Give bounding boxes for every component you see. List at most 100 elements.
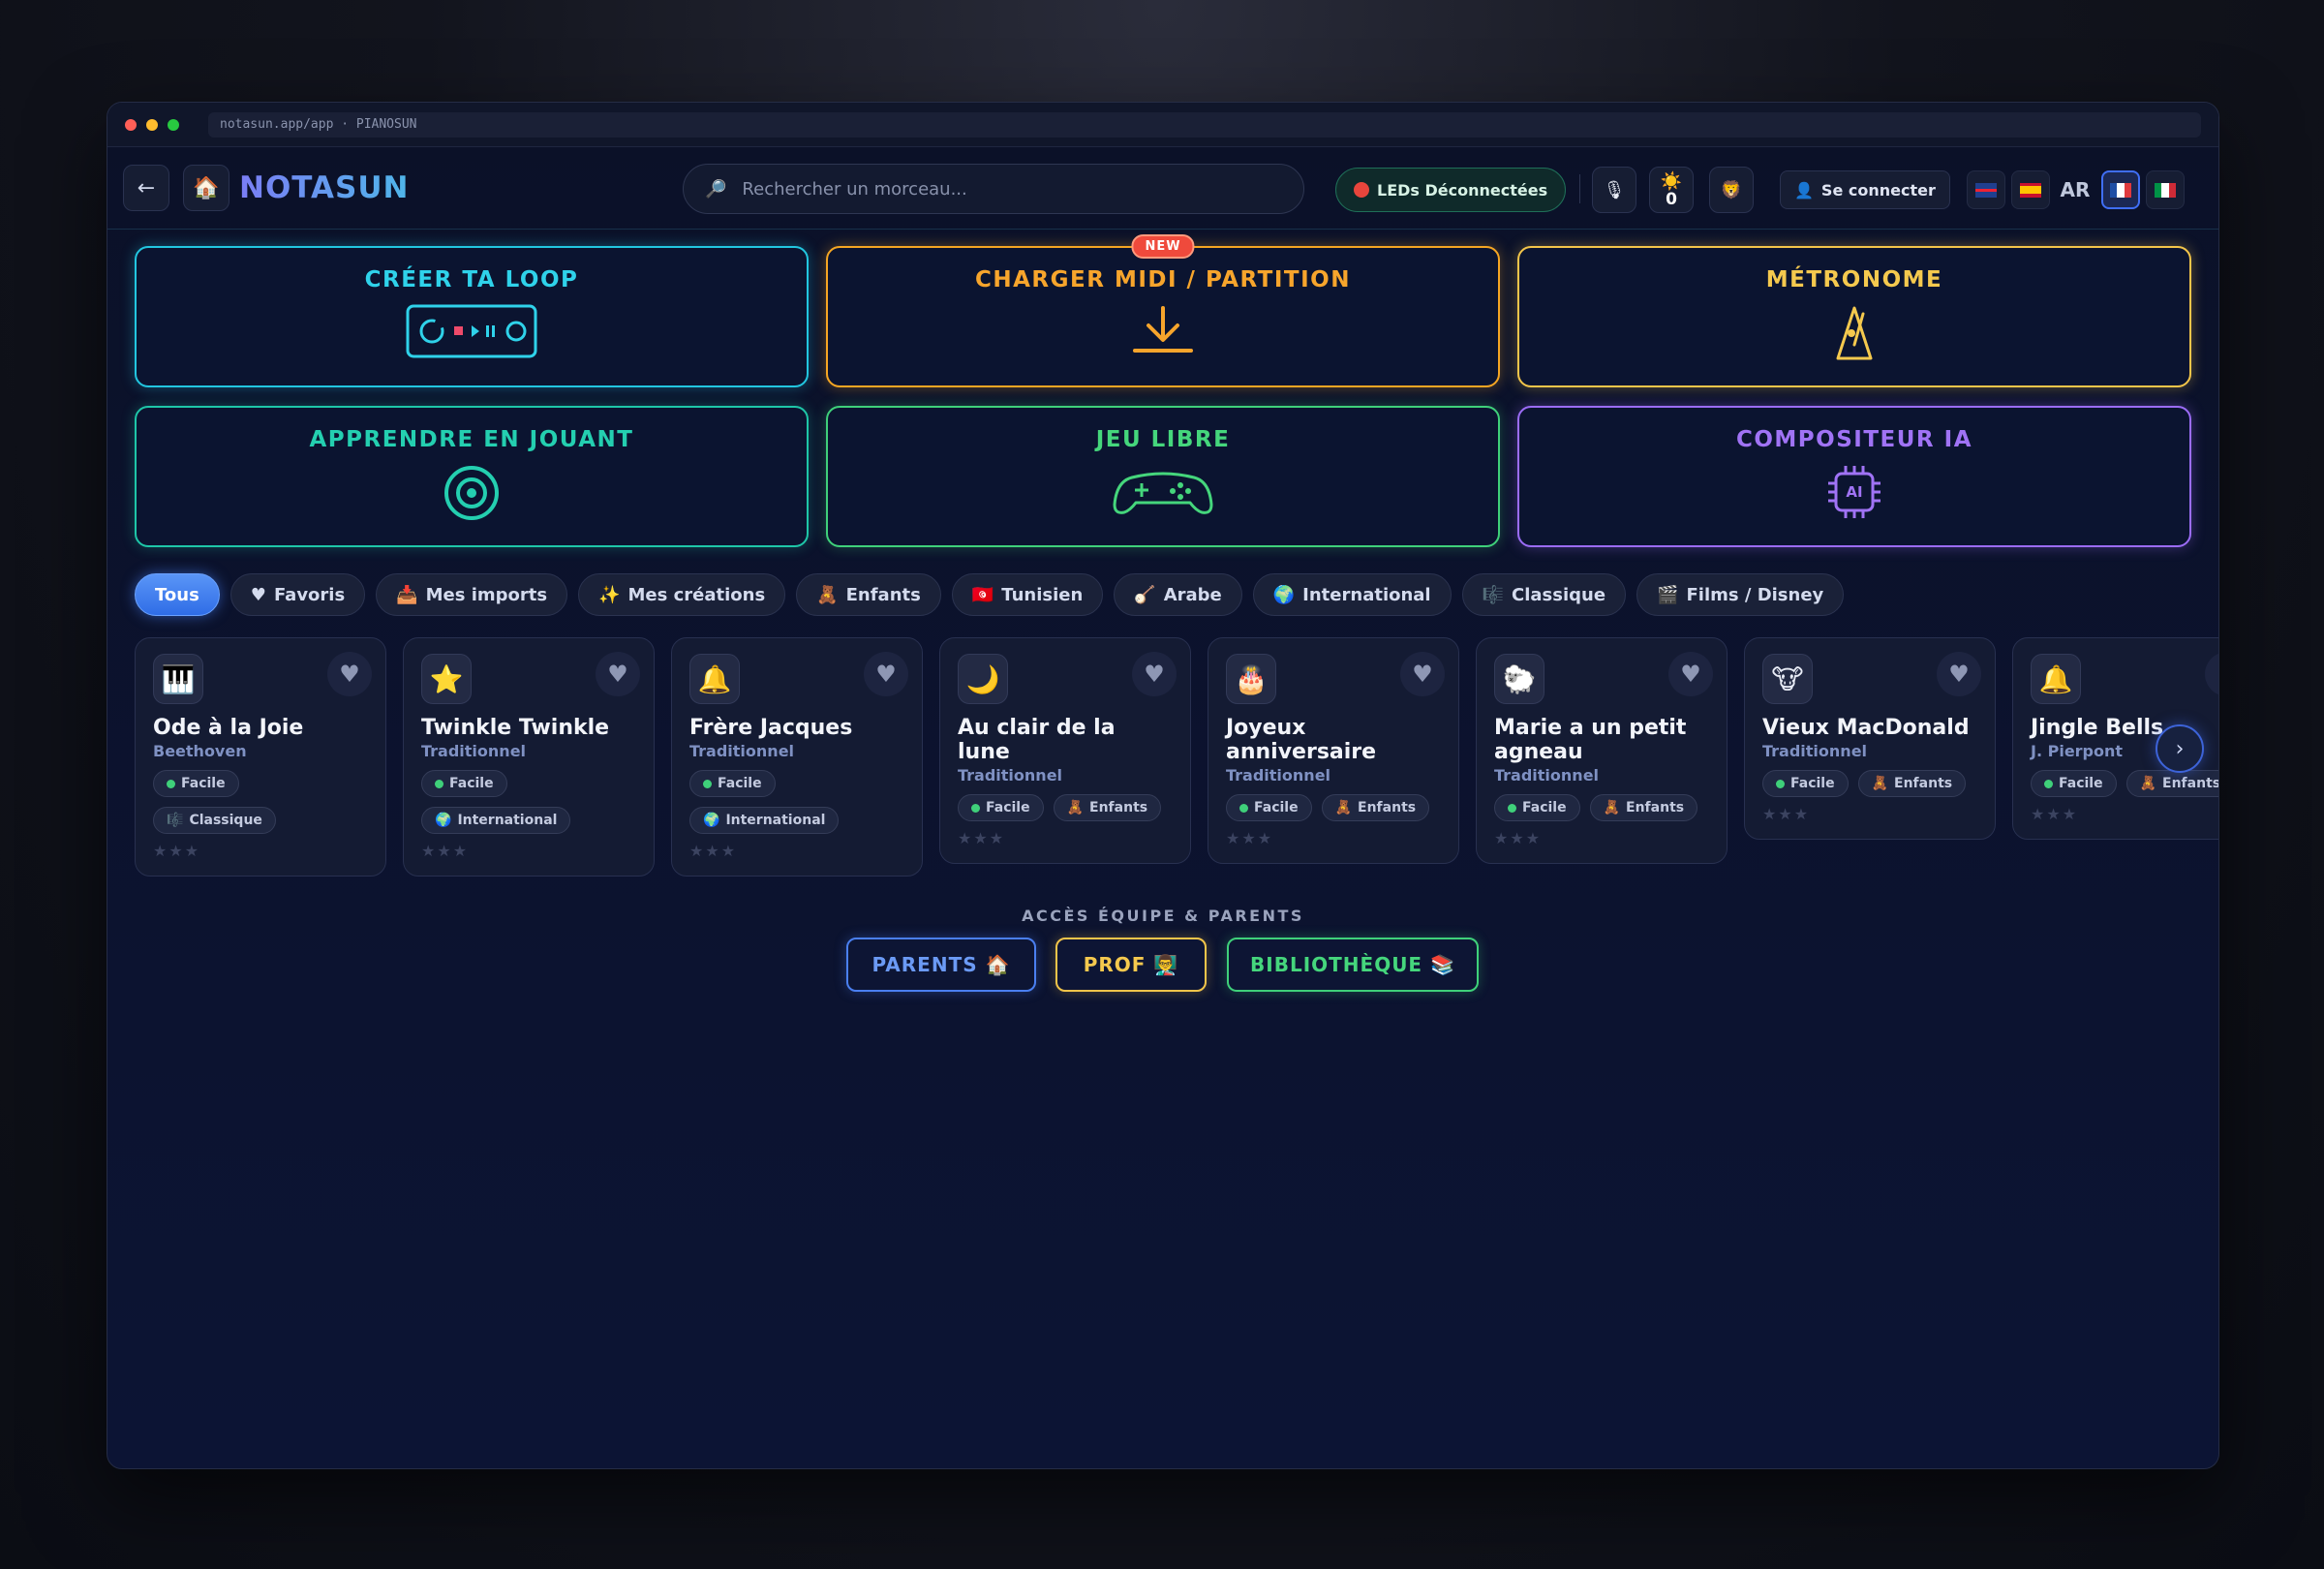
back-button[interactable]: ← — [123, 165, 169, 211]
app-logo: NOTASUN — [239, 170, 410, 205]
minimize-dot[interactable] — [146, 118, 158, 131]
globe-icon: 🌍 — [703, 813, 720, 828]
loop-recorder-icon — [406, 304, 537, 362]
category-tag: 🎼 Classique — [153, 807, 276, 834]
song-title: Marie a un petit agneau — [1494, 716, 1687, 764]
avatar-button[interactable]: 🦁 — [1709, 167, 1754, 213]
filter-kids[interactable]: 🧸 Enfants — [796, 573, 941, 616]
category-filters: Tous ♥ Favoris 📥 Mes imports ✨ Mes création… — [135, 573, 1845, 616]
song-title: Ode à la Joie — [153, 716, 304, 740]
favorite-heart-icon[interactable]: ♥ — [1132, 652, 1177, 696]
song-card[interactable]: 🐑 ♥ Marie a un petit agneau Traditionnel… — [1476, 637, 1728, 864]
filter-favorites[interactable]: ♥ Favoris — [229, 573, 366, 616]
star-rating: ★★★ — [958, 829, 1006, 847]
favorite-heart-icon[interactable]: ♥ — [1400, 652, 1445, 696]
learn-playing-tile[interactable]: APPRENDRE EN JOUANT — [135, 406, 809, 547]
browser-chrome: notasun.app/app · PIANOSUN — [107, 103, 2218, 147]
song-artist: Beethoven — [153, 742, 247, 760]
favorite-heart-icon[interactable]: ♥ — [1668, 652, 1713, 696]
song-card[interactable]: 🎂 ♥ Joyeux anniversaire Traditionnel Fac… — [1208, 637, 1459, 864]
lang-es-button[interactable] — [2011, 170, 2050, 209]
difficulty-label: Facile — [986, 800, 1030, 815]
url-bar[interactable]: notasun.app/app · PIANOSUN — [208, 111, 2201, 138]
score-value: 0 — [1666, 190, 1677, 209]
teddy-bear-icon: 🧸 — [1871, 776, 1889, 791]
favorite-heart-icon[interactable]: ♥ — [864, 652, 908, 696]
category-label: Enfants — [1089, 800, 1148, 815]
lang-en-button[interactable] — [1967, 170, 2005, 209]
tunisia-flag-icon: 🇹🇳 — [971, 584, 994, 605]
load-midi-tile[interactable]: NEW CHARGER MIDI / PARTITION — [826, 234, 1500, 387]
lion-icon: 🦁 — [1720, 179, 1743, 200]
filter-label: Classique — [1512, 584, 1606, 605]
category-label: Enfants — [1894, 776, 1953, 791]
maximize-dot[interactable] — [168, 118, 179, 131]
sun-score-button[interactable]: ☀️ 0 — [1649, 167, 1694, 213]
favorite-heart-icon[interactable]: ♥ — [327, 652, 372, 696]
category-label: Enfants — [2162, 776, 2218, 791]
difficulty-label: Facile — [2059, 776, 2103, 791]
lang-it-button[interactable] — [2146, 170, 2185, 209]
filter-films-disney[interactable]: 🎬 Films / Disney — [1636, 573, 1845, 616]
teddy-bear-icon: 🧸 — [1334, 800, 1353, 815]
bell-icon: 🔔 — [689, 654, 740, 704]
song-card[interactable]: 🔔 ♥ Frère Jacques Traditionnel Facile 🌍 I… — [671, 637, 923, 877]
favorite-heart-icon[interactable]: ♥ — [1937, 652, 1981, 696]
green-dot-icon — [2044, 779, 2053, 788]
difficulty-tag: Facile — [1226, 794, 1312, 821]
favorite-heart-icon[interactable]: ♥ — [2205, 652, 2218, 696]
song-card[interactable]: 🎹 ♥ Ode à la Joie Beethoven Facile 🎼 Clas… — [135, 637, 386, 877]
close-dot[interactable] — [125, 118, 137, 131]
difficulty-label: Facile — [1790, 776, 1835, 791]
user-icon: 👤 — [1794, 180, 1814, 200]
search-input[interactable] — [740, 177, 1248, 200]
filter-classical[interactable]: 🎼 Classique — [1461, 573, 1627, 616]
gamepad-icon — [1113, 464, 1213, 522]
song-card[interactable]: 🐮 ♥ Vieux MacDonald Traditionnel Facile … — [1744, 637, 1996, 840]
leds-status-badge[interactable]: LEDs Déconnectées — [1335, 168, 1567, 212]
divider — [1579, 174, 1580, 203]
star-rating: ★★★ — [1762, 805, 1811, 823]
category-tag: 🧸 Enfants — [1321, 794, 1430, 821]
filter-my-creations[interactable]: ✨ Mes créations — [578, 573, 786, 616]
teddy-bear-icon: 🧸 — [816, 584, 839, 605]
home-button[interactable]: 🏠 — [183, 165, 229, 211]
lang-ar-button[interactable]: AR — [2056, 170, 2095, 209]
filter-all[interactable]: Tous — [135, 573, 220, 616]
category-label: Enfants — [1626, 800, 1685, 815]
parents-button[interactable]: PARENTS 🏠 — [846, 938, 1036, 992]
globe-icon: 🌍 — [435, 813, 452, 828]
song-title: Au clair de la lune — [958, 716, 1116, 764]
category-label: Classique — [189, 813, 262, 828]
lang-fr-button[interactable] — [2101, 170, 2140, 209]
favorite-heart-icon[interactable]: ♥ — [596, 652, 640, 696]
song-card[interactable]: ⭐ ♥ Twinkle Twinkle Traditionnel Facile … — [403, 637, 655, 877]
category-tag: 🧸 Enfants — [1053, 794, 1162, 821]
filter-label: Tous — [155, 584, 199, 605]
arrow-left-icon: ← — [137, 175, 156, 200]
star-rating: ★★★ — [153, 842, 201, 860]
star-rating: ★★★ — [2031, 805, 2079, 823]
learn-playing-title: APPRENDRE EN JOUANT — [309, 427, 634, 452]
teacher-button[interactable]: PROF 👨‍🏫 — [1055, 938, 1207, 992]
free-play-tile[interactable]: JEU LIBRE — [826, 406, 1500, 547]
ai-composer-tile[interactable]: COMPOSITEUR IA AI — [1517, 406, 2191, 547]
green-dot-icon — [1776, 779, 1785, 788]
metronome-tile[interactable]: MÉTRONOME — [1517, 246, 2191, 387]
filter-my-imports[interactable]: 📥 Mes imports — [376, 573, 568, 616]
filter-international[interactable]: 🌍 International — [1252, 573, 1452, 616]
top-bar: ← 🏠 NOTASUN 🔎 LEDs Déconnectées 🎙 ☀️ 0 🦁… — [107, 147, 2218, 230]
app-window: notasun.app/app · PIANOSUN ← 🏠 NOTASUN 🔎… — [107, 102, 2219, 1469]
filter-arabic[interactable]: 🪕 Arabe — [1114, 573, 1242, 616]
login-button[interactable]: 👤 Se connecter — [1780, 170, 1950, 209]
carousel-next-button[interactable]: › — [2156, 724, 2204, 773]
microphone-button[interactable]: 🎙 — [1592, 167, 1636, 213]
create-loop-tile[interactable]: CRÉER TA LOOP — [135, 246, 809, 387]
filter-tunisian[interactable]: 🇹🇳 Tunisien — [951, 573, 1104, 616]
inbox-icon: 📥 — [396, 584, 418, 605]
star-rating: ★★★ — [421, 842, 470, 860]
library-button[interactable]: BIBLIOTHÈQUE 📚 — [1227, 938, 1479, 992]
cake-icon: 🎂 — [1226, 654, 1276, 704]
song-card[interactable]: 🌙 ♥ Au clair de la lune Traditionnel Fac… — [939, 637, 1191, 864]
search-bar[interactable]: 🔎 — [683, 164, 1304, 214]
